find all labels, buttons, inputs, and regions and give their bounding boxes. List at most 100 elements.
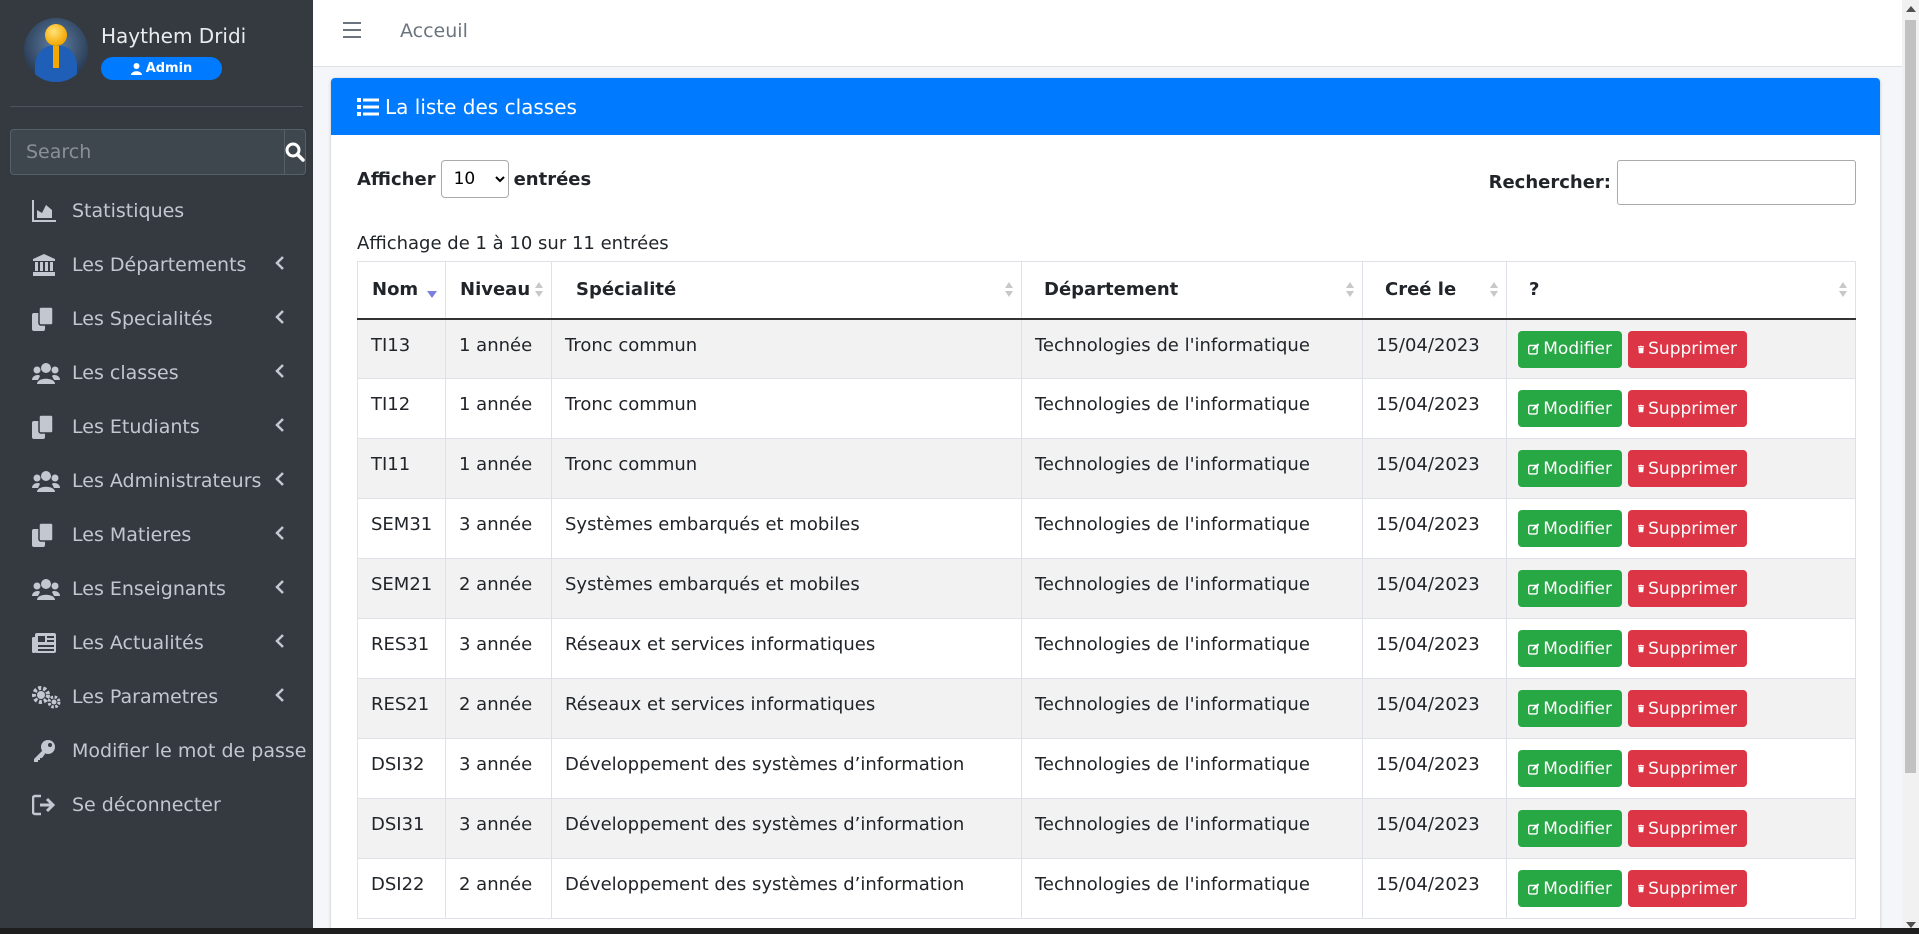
delete-button[interactable]: Supprimer <box>1628 810 1747 847</box>
table-row: SEM31 3 année Systèmes embarqués et mobile… <box>357 498 1856 559</box>
cell-nom: SEM21 <box>357 558 446 619</box>
sidebar-item-se-deconnecter[interactable]: Se déconnecter <box>0 778 313 832</box>
delete-button[interactable]: Supprimer <box>1628 570 1747 607</box>
cell-actions: Modifier Supprimer <box>1506 498 1856 559</box>
cell-cree-le: 15/04/2023 <box>1362 438 1507 499</box>
edit-button[interactable]: Modifier <box>1518 810 1622 847</box>
search-icon <box>285 142 305 162</box>
cell-niveau: 3 année <box>445 618 552 679</box>
edit-button[interactable]: Modifier <box>1518 510 1622 547</box>
delete-button[interactable]: Supprimer <box>1628 330 1747 368</box>
chevron-left-icon <box>275 471 285 491</box>
sidebar-item-label: Les Enseignants <box>72 578 226 600</box>
list-icon <box>357 97 379 116</box>
chevron-left-icon <box>275 525 285 545</box>
cell-specialite: Réseaux et services informatiques <box>551 618 1022 679</box>
edit-button[interactable]: Modifier <box>1518 390 1622 427</box>
cell-actions: Modifier Supprimer <box>1506 858 1856 919</box>
edit-button[interactable]: Modifier <box>1518 330 1622 368</box>
column-header-departement[interactable]: Département <box>1021 261 1363 320</box>
column-header-specialite[interactable]: Spécialité <box>551 261 1022 320</box>
entries-per-page-select[interactable]: 10 <box>440 160 509 198</box>
cell-departement: Technologies de l'informatique <box>1021 858 1363 919</box>
classes-card: La liste des classes Afficher 10 entrées… <box>331 78 1880 934</box>
users-icon <box>32 576 62 602</box>
filter-label: Rechercher: <box>1488 172 1611 193</box>
delete-button[interactable]: Supprimer <box>1628 630 1747 667</box>
user-panel: Haythem Dridi Admin <box>10 0 303 107</box>
cell-cree-le: 15/04/2023 <box>1362 378 1507 439</box>
sidebar: Haythem Dridi Admin Statistiques Les Dépa… <box>0 0 313 934</box>
chevron-left-icon <box>275 309 285 329</box>
users-icon <box>32 360 62 386</box>
cell-departement: Technologies de l'informatique <box>1021 498 1363 559</box>
edit-button[interactable]: Modifier <box>1518 870 1622 907</box>
column-header-niveau[interactable]: Niveau <box>445 261 552 320</box>
scroll-up-arrow[interactable] <box>1906 6 1916 12</box>
edit-icon <box>1528 822 1540 835</box>
sidebar-item-label: Statistiques <box>72 200 185 222</box>
cell-cree-le: 15/04/2023 <box>1362 558 1507 619</box>
delete-button[interactable]: Supprimer <box>1628 510 1747 547</box>
cell-actions: Modifier Supprimer <box>1506 558 1856 619</box>
sidebar-item-les-departements[interactable]: Les Départements <box>0 238 313 292</box>
edit-icon <box>1528 882 1540 895</box>
trash-icon <box>1638 884 1645 893</box>
delete-button[interactable]: Supprimer <box>1628 750 1747 787</box>
sidebar-item-label: Les Départements <box>72 254 247 276</box>
sidebar-item-les-parametres[interactable]: Les Parametres <box>0 670 313 724</box>
length-control: Afficher 10 entrées <box>357 160 591 198</box>
page-scrollbar[interactable] <box>1902 0 1919 934</box>
cell-nom: SEM31 <box>357 498 446 559</box>
trash-icon <box>1638 524 1645 533</box>
cell-niveau: 1 année <box>445 318 552 379</box>
length-label-before: Afficher <box>357 168 436 190</box>
column-header-cree-le[interactable]: Creé le <box>1362 261 1507 320</box>
sidebar-item-les-matieres[interactable]: Les Matieres <box>0 508 313 562</box>
sidebar-item-statistiques[interactable]: Statistiques <box>0 184 313 238</box>
sidebar-search <box>10 129 306 175</box>
trash-icon <box>1638 464 1645 473</box>
table-filter: Rechercher: <box>1489 160 1856 205</box>
column-header-actions[interactable]: ? <box>1506 261 1856 320</box>
sidebar-item-les-specialites[interactable]: Les Specialités <box>0 292 313 346</box>
search-button[interactable] <box>284 129 306 175</box>
chevron-left-icon <box>275 634 284 648</box>
key-icon <box>32 738 62 764</box>
edit-button[interactable]: Modifier <box>1518 690 1622 727</box>
search-input[interactable] <box>10 129 284 175</box>
edit-button[interactable]: Modifier <box>1518 750 1622 787</box>
copy-icon <box>32 414 62 440</box>
sidebar-item-les-administrateurs[interactable]: Les Administrateurs <box>0 454 313 508</box>
sidebar-item-les-etudiants[interactable]: Les Etudiants <box>0 400 313 454</box>
sort-icon <box>1839 282 1847 300</box>
user-name[interactable]: Haythem Dridi <box>101 24 246 48</box>
sidebar-item-label: Les Parametres <box>72 686 219 708</box>
cell-actions: Modifier Supprimer <box>1506 618 1856 679</box>
sidebar-item-modifier-le-mot-de-passe[interactable]: Modifier le mot de passe <box>0 724 313 778</box>
table-search-input[interactable] <box>1617 160 1856 205</box>
sidebar-item-label: Les Actualités <box>72 632 204 654</box>
scroll-thumb[interactable] <box>1905 20 1916 773</box>
cogs-icon <box>32 684 62 710</box>
breadcrumb-home[interactable]: Acceuil <box>400 20 468 42</box>
edit-button[interactable]: Modifier <box>1518 450 1622 487</box>
classes-table: Nom Niveau Spécialité Département Creé l… <box>357 261 1856 919</box>
avatar[interactable] <box>24 18 88 82</box>
sidebar-item-les-actualites[interactable]: Les Actualités <box>0 616 313 670</box>
delete-button[interactable]: Supprimer <box>1628 870 1747 907</box>
delete-button[interactable]: Supprimer <box>1628 690 1747 727</box>
sidebar-item-les-enseignants[interactable]: Les Enseignants <box>0 562 313 616</box>
edit-button[interactable]: Modifier <box>1518 570 1622 607</box>
edit-icon <box>1528 462 1540 475</box>
cell-niveau: 3 année <box>445 738 552 799</box>
edit-button[interactable]: Modifier <box>1518 630 1622 667</box>
edit-icon <box>1528 702 1540 715</box>
column-header-nom[interactable]: Nom <box>357 261 446 320</box>
delete-button[interactable]: Supprimer <box>1628 390 1747 427</box>
delete-button[interactable]: Supprimer <box>1628 450 1747 487</box>
sidebar-item-les-classes[interactable]: Les classes <box>0 346 313 400</box>
cell-departement: Technologies de l'informatique <box>1021 738 1363 799</box>
sidebar-item-label: Les Specialités <box>72 308 213 330</box>
menu-toggle-icon[interactable] <box>343 22 361 40</box>
